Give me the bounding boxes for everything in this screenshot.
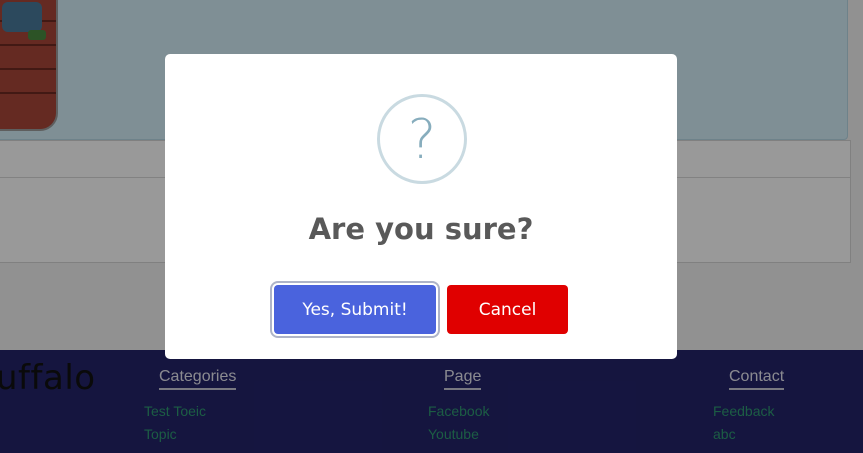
question-icon-glyph: ? [407,107,437,171]
cancel-button[interactable]: Cancel [447,285,568,334]
dialog-title: Are you sure? [308,212,534,246]
question-icon: ? [377,94,467,184]
confirm-dialog: ? Are you sure? Yes, Submit! Cancel [165,54,677,359]
confirm-submit-button[interactable]: Yes, Submit! [274,285,436,334]
